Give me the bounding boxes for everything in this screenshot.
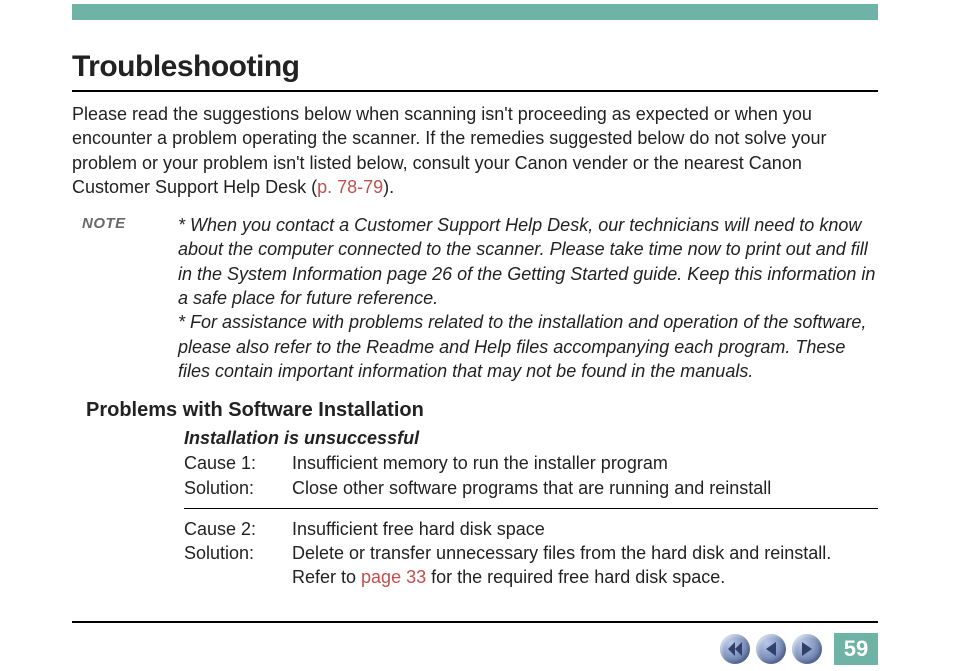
main-content: Troubleshooting Please read the suggesti… (72, 50, 878, 590)
cause-2-text: Insufficient free hard disk space (292, 517, 878, 541)
section-heading: Problems with Software Installation (86, 399, 878, 422)
note-label: NOTE (72, 215, 126, 232)
note-icon: NOTE (72, 213, 178, 233)
cause-1-text: Insufficient memory to run the installer… (292, 451, 878, 475)
nav-prev-button[interactable] (756, 634, 786, 664)
problem-block-1: Cause 1: Insufficient memory to run the … (184, 451, 878, 500)
cause-1-label: Cause 1: (184, 451, 292, 475)
cause-row-1: Cause 1: Insufficient memory to run the … (184, 451, 878, 475)
solution-1-label: Solution: (184, 476, 292, 500)
intro-text-1: Please read the suggestions below when s… (72, 104, 826, 197)
solution-2-label: Solution: (184, 541, 292, 590)
title-rule (72, 90, 878, 92)
solution-1-text: Close other software programs that are r… (292, 476, 878, 500)
page-33-link[interactable]: page 33 (361, 567, 426, 587)
footer-nav: 59 (720, 633, 878, 665)
right-icon (801, 642, 813, 656)
intro-paragraph: Please read the suggestions below when s… (72, 102, 878, 199)
cause-row-2: Cause 2: Insufficient free hard disk spa… (184, 517, 878, 541)
nav-next-button[interactable] (792, 634, 822, 664)
cause-2-label: Cause 2: (184, 517, 292, 541)
problem-divider (184, 508, 878, 509)
note-paragraph-2: * For assistance with problems related t… (178, 310, 878, 383)
left-icon (765, 642, 777, 656)
solution-2-text-b: for the required free hard disk space. (426, 567, 725, 587)
page-number: 59 (844, 636, 868, 662)
solution-2-text: Delete or transfer unnecessary files fro… (292, 541, 878, 590)
page-title: Troubleshooting (72, 50, 878, 84)
note-body: * When you contact a Customer Support He… (178, 213, 878, 383)
intro-text-2: ). (383, 177, 394, 197)
header-accent-bar (72, 4, 878, 20)
problem-block-2: Cause 2: Insufficient free hard disk spa… (184, 517, 878, 590)
page-reference-link[interactable]: p. 78-79 (317, 177, 383, 197)
page-number-badge: 59 (834, 633, 878, 665)
note-block: NOTE * When you contact a Customer Suppo… (72, 213, 878, 383)
subsection-heading: Installation is unsuccessful (184, 428, 878, 449)
solution-row-2: Solution: Delete or transfer unnecessary… (184, 541, 878, 590)
note-paragraph-1: * When you contact a Customer Support He… (178, 213, 878, 310)
nav-first-button[interactable] (720, 634, 750, 664)
footer-rule (72, 621, 878, 623)
solution-row-1: Solution: Close other software programs … (184, 476, 878, 500)
double-left-icon (727, 642, 743, 656)
